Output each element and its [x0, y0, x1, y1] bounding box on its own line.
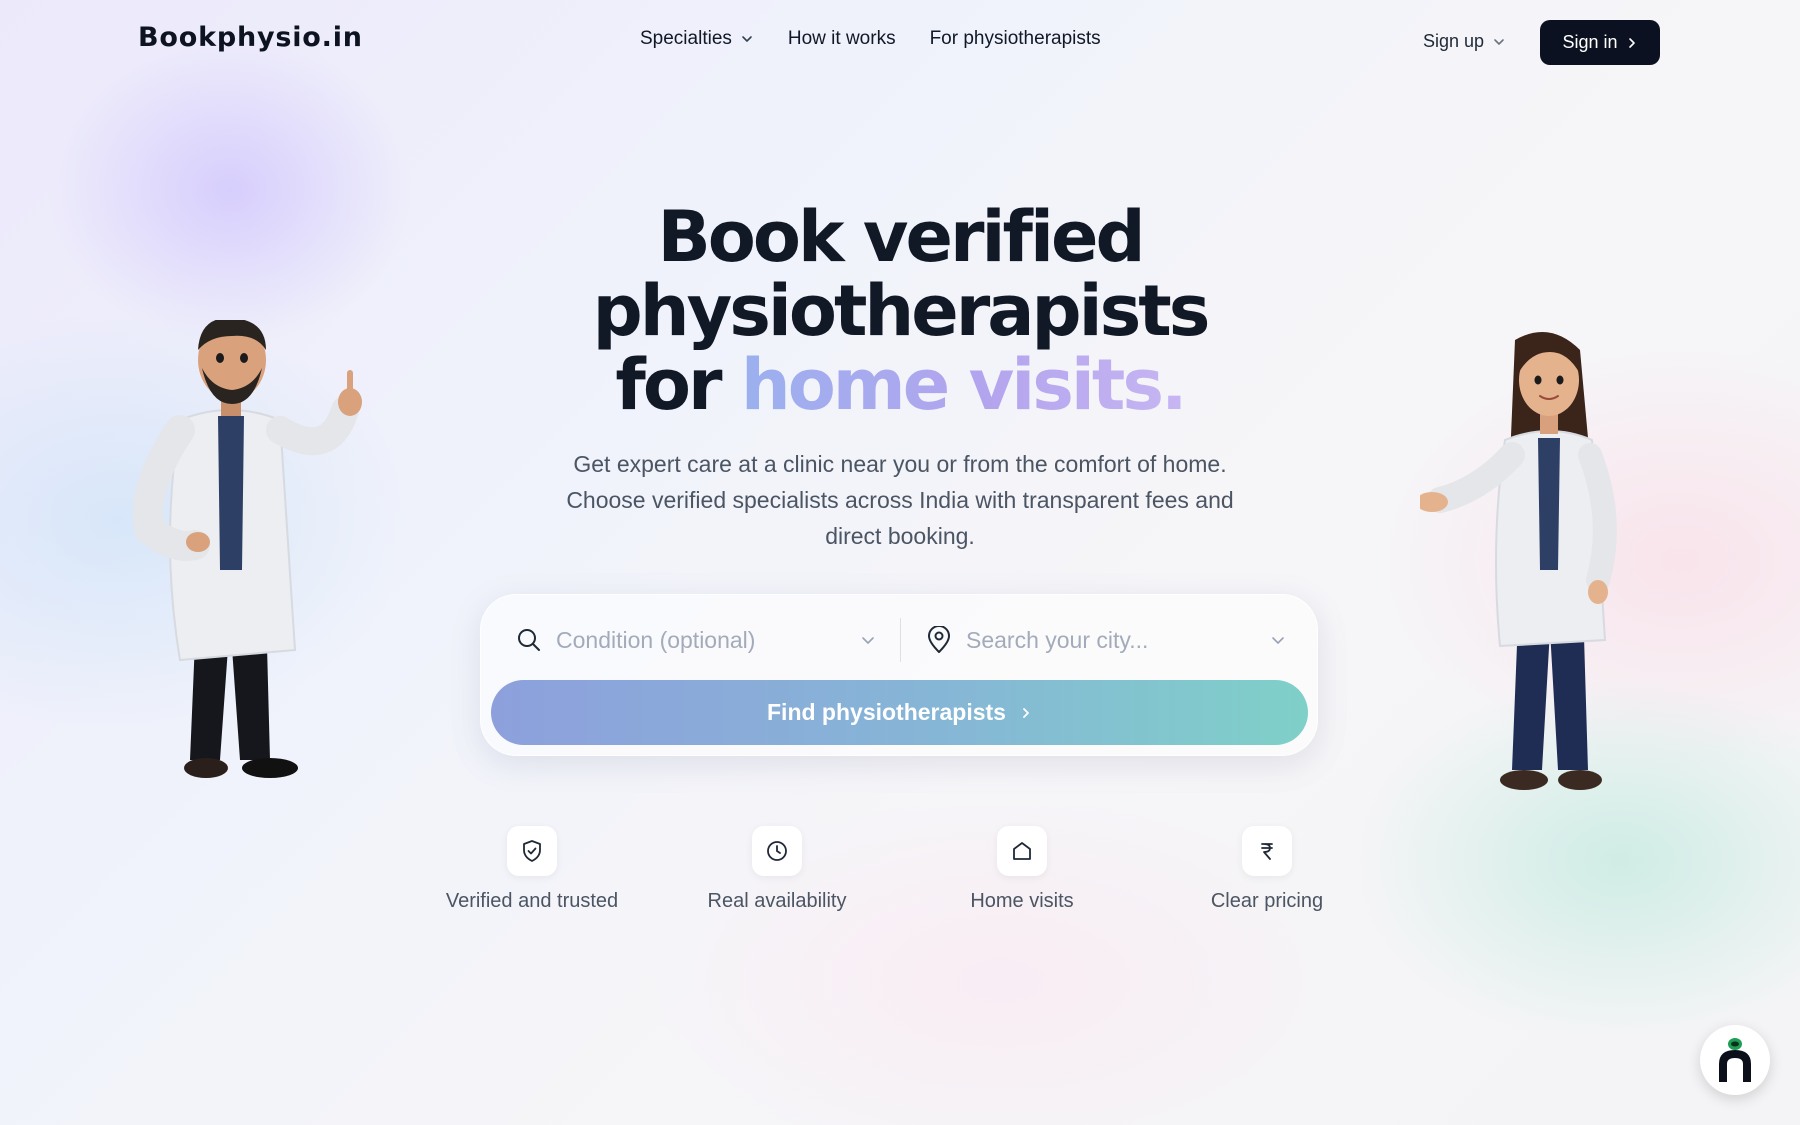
- feature-icon-box: [997, 826, 1047, 876]
- feature-icon-box: [752, 826, 802, 876]
- chevron-down-icon: [1494, 38, 1504, 45]
- nav-how-it-works[interactable]: How it works: [788, 28, 896, 50]
- sign-in-button[interactable]: Sign in: [1540, 20, 1660, 65]
- home-icon: [1013, 842, 1031, 860]
- search-form: Find physiotherapists: [480, 594, 1318, 756]
- location-pin-icon: [928, 626, 950, 653]
- chevron-right-icon: [1628, 37, 1635, 48]
- hero-title-line-2: physiotherapists: [592, 270, 1211, 352]
- hero-title-line-1: Book verified: [657, 196, 1145, 278]
- clock-icon: [767, 841, 787, 861]
- nav-for-physiotherapists[interactable]: For physiotherapists: [930, 28, 1101, 50]
- feature-label: Home visits: [970, 890, 1074, 912]
- sign-in-label: Sign in: [1562, 32, 1618, 52]
- main-nav: Specialties How it works For physiothera…: [640, 28, 1101, 50]
- hero-title-line-3-prefix: for: [615, 344, 722, 426]
- sign-up-button[interactable]: Sign up: [1423, 31, 1506, 52]
- feature-availability: Real availability: [657, 826, 897, 913]
- chevron-down-icon[interactable]: [1270, 632, 1286, 648]
- chevron-down-icon: [742, 36, 752, 42]
- hero-subtitle: Get expert care at a clinic near you or …: [566, 451, 1234, 549]
- nav-specialties-label: Specialties: [640, 28, 732, 49]
- feature-label: Clear pricing: [1210, 890, 1324, 912]
- feature-label: Real availability: [707, 890, 847, 912]
- find-physiotherapists-button[interactable]: Find physiotherapists: [491, 680, 1308, 745]
- city-field[interactable]: [926, 610, 1286, 670]
- feature-verified: Verified and trusted: [412, 826, 652, 913]
- sign-up-label: Sign up: [1423, 31, 1485, 51]
- feature-pricing: Clear pricing: [1147, 826, 1387, 913]
- feature-icon-box: [1242, 826, 1292, 876]
- shield-check-icon: [523, 840, 541, 862]
- feature-icon-box: [507, 826, 557, 876]
- rupee-icon: [1261, 843, 1273, 860]
- feature-home-visits: Home visits: [902, 826, 1142, 913]
- assistant-launcher-button[interactable]: [1700, 1025, 1770, 1095]
- site-logo[interactable]: Bookphysio.in: [138, 22, 363, 53]
- chevron-down-icon[interactable]: [860, 632, 876, 648]
- nav-specialties[interactable]: Specialties: [640, 28, 754, 50]
- field-divider: [900, 618, 901, 662]
- condition-field[interactable]: [516, 610, 876, 670]
- search-icon: [518, 629, 540, 651]
- condition-input[interactable]: [556, 626, 826, 654]
- hero-title: Book verified physiotherapists for home …: [0, 200, 1800, 422]
- assistant-icon: [1719, 1038, 1751, 1082]
- city-input[interactable]: [966, 626, 1236, 654]
- hero-title-accent: home visits.: [740, 344, 1188, 426]
- chevron-right-icon: [1023, 707, 1029, 718]
- find-button-label: Find physiotherapists: [767, 699, 1006, 725]
- feature-label: Verified and trusted: [445, 890, 619, 912]
